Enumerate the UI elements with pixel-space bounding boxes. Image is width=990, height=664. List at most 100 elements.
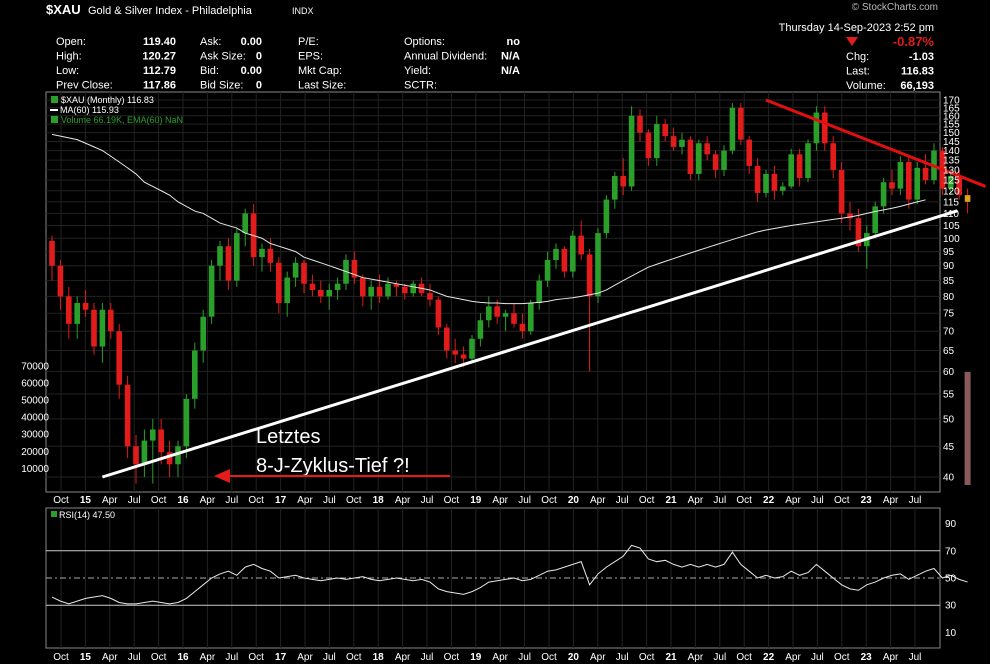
price-tick-label: 105 xyxy=(943,221,960,232)
date-tick-label: Jul xyxy=(518,652,531,663)
candle-body xyxy=(780,186,786,191)
candle-body xyxy=(528,302,534,332)
annotation-line1: Letztes xyxy=(256,426,320,448)
candle-body xyxy=(822,112,828,144)
candle-body xyxy=(284,277,290,303)
quote-value: 119.40 xyxy=(143,36,176,48)
candle-body xyxy=(133,446,139,465)
quote-label: Bid Size: xyxy=(200,80,243,92)
price-tick-label: 130 xyxy=(943,165,960,176)
date-tick-label: Oct xyxy=(639,495,655,506)
date-tick-label: Apr xyxy=(785,495,801,506)
date-tick-label: Jul xyxy=(713,495,726,506)
chart-canvas: $XAU Gold & Silver Index - Philadelphia … xyxy=(21,2,987,663)
candle-body xyxy=(586,254,593,297)
candle-body xyxy=(964,195,971,202)
candle-body xyxy=(477,320,484,339)
date-tick-label: Apr xyxy=(688,652,704,663)
candle-body xyxy=(570,235,576,272)
date-tick-label: Jul xyxy=(518,495,531,506)
candle-body xyxy=(460,354,467,359)
candle-body xyxy=(897,162,904,189)
date-tick-label: Jul xyxy=(128,495,141,506)
candle-body xyxy=(922,167,929,181)
volume-bars xyxy=(964,371,971,485)
price-axis: 4045505560657075808590951001051101151201… xyxy=(943,96,960,484)
date-tick-label: Jul xyxy=(225,495,238,506)
candle-body xyxy=(704,143,710,155)
candle-body xyxy=(872,206,878,234)
candle-body xyxy=(696,143,702,174)
price-tick-label: 135 xyxy=(943,156,960,167)
header-name: Gold & Silver Index - Philadelphia xyxy=(88,5,253,17)
quote-label: P/E: xyxy=(298,36,319,48)
price-tick-label: 170 xyxy=(943,96,960,107)
candle-body xyxy=(788,154,794,187)
date-tick-label: Oct xyxy=(541,495,557,506)
candle-body xyxy=(729,107,736,151)
quote-label: Options: xyxy=(404,36,445,48)
date-tick-label: Oct xyxy=(151,652,167,663)
date-tick-label: Oct xyxy=(53,495,69,506)
candle-body xyxy=(889,182,895,189)
date-tick-label: Jul xyxy=(128,652,141,663)
candle-body xyxy=(234,233,240,281)
quote-value: 0.00 xyxy=(241,65,262,77)
quote-value: 0 xyxy=(256,80,262,92)
price-tick-label: 110 xyxy=(943,209,959,220)
date-tick-label: 23 xyxy=(861,495,873,506)
header-symbol: $XAU xyxy=(46,2,81,17)
candle-body xyxy=(91,309,97,347)
candle-body xyxy=(838,169,845,214)
candle-body xyxy=(687,139,694,174)
price-tick-label: 85 xyxy=(943,276,955,287)
date-tick-label: Jul xyxy=(713,652,726,663)
quote-label: Last: xyxy=(846,66,870,78)
date-tick-label: Oct xyxy=(444,652,460,663)
candle-body xyxy=(200,316,206,351)
candle-body xyxy=(553,248,559,260)
candle-body xyxy=(452,350,458,355)
quote-label: Last Size: xyxy=(298,80,346,92)
volume-tick-label: 10000 xyxy=(21,464,49,475)
candle-body xyxy=(536,280,542,303)
price-tick-label: 95 xyxy=(943,247,955,258)
date-tick-label: Apr xyxy=(688,495,704,506)
volume-legend-swatch xyxy=(51,116,58,123)
candle-body xyxy=(805,143,811,179)
candle-body xyxy=(267,248,274,263)
date-tick-label: Oct xyxy=(541,652,557,663)
date-tick-label: 15 xyxy=(80,495,92,506)
candle-body xyxy=(561,248,568,272)
date-tick-label: 19 xyxy=(470,495,482,506)
date-tick-label: Jul xyxy=(811,495,824,506)
candle-body xyxy=(108,309,114,332)
candle-body xyxy=(360,277,366,297)
candle-body xyxy=(225,246,232,281)
candle-body xyxy=(427,293,433,300)
price-tick-label: 45 xyxy=(943,442,955,453)
date-tick-label: 16 xyxy=(177,495,189,506)
quote-label: High: xyxy=(56,51,82,63)
rsi-tick-label: 50 xyxy=(945,574,957,585)
price-legend-swatch xyxy=(51,96,58,103)
price-tick-label: 55 xyxy=(943,390,955,401)
candle-body xyxy=(519,323,526,332)
quote-value: no xyxy=(507,36,521,48)
candle-body xyxy=(183,398,190,447)
candle-body xyxy=(830,143,836,170)
date-tick-label: Oct xyxy=(639,652,655,663)
candle-body xyxy=(242,213,248,234)
candle-body xyxy=(116,331,122,385)
candle-body xyxy=(124,384,131,447)
rsi-legend-swatch xyxy=(51,511,57,517)
candle-body xyxy=(141,440,148,465)
price-tick-label: 100 xyxy=(943,234,960,245)
candle-body xyxy=(628,115,635,187)
price-tick-label: 80 xyxy=(943,292,955,303)
date-tick-label: Apr xyxy=(395,495,411,506)
volume-tick-label: 40000 xyxy=(21,413,49,424)
candle-body xyxy=(645,132,652,159)
date-tick-label: 21 xyxy=(665,652,677,663)
date-tick-label: 22 xyxy=(763,495,775,506)
